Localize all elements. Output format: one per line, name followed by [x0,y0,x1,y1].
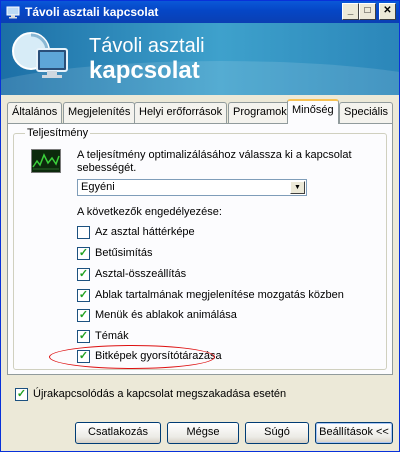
enable-features-label: A következők engedélyezése: [77,206,222,218]
tab-quality[interactable]: Minőség [287,99,339,124]
banner: Távoli asztali kapcsolat [1,23,399,95]
tab-advanced[interactable]: Speciális [339,102,394,123]
tab-general[interactable]: Általános [7,102,63,123]
minimize-button[interactable]: _ [342,3,359,20]
tab-display[interactable]: Megjelenítés [63,102,136,123]
annotation-ellipse [49,345,215,369]
title-bar[interactable]: Távoli asztali kapcsolat _ □ ✕ [1,1,399,23]
checkbox-checked[interactable]: ✓ [77,289,90,302]
rdp-window: Távoli asztali kapcsolat _ □ ✕ Távoli as… [0,0,400,452]
banner-title-line1: Távoli asztali [89,35,205,57]
checkbox-checked[interactable]: ✓ [77,247,90,260]
performance-description: A teljesítmény optimalizálásához válassz… [77,149,352,174]
close-button[interactable]: ✕ [379,3,396,20]
performance-group-label: Teljesítmény [25,127,91,139]
remote-desktop-logo-icon [12,32,68,78]
tab-programs[interactable]: Programok [228,102,292,123]
connection-speed-value: Egyéni [81,181,115,193]
performance-monitor-icon [31,149,61,173]
remote-desktop-icon [6,6,20,19]
cancel-button[interactable]: Mégse [167,422,239,444]
help-button[interactable]: Súgó [245,422,309,444]
connect-button[interactable]: Csatlakozás [75,422,161,444]
connection-speed-select[interactable]: Egyéni ▼ [77,179,307,196]
options-button[interactable]: Beállítások << [315,422,393,444]
window-title: Távoli asztali kapcsolat [25,5,159,19]
checkbox[interactable] [77,226,90,239]
maximize-button[interactable]: □ [359,3,376,20]
dropdown-arrow-icon[interactable]: ▼ [290,181,305,194]
checkbox-checked[interactable]: ✓ [15,388,28,401]
banner-title-line2: kapcsolat [89,57,200,84]
checkbox-checked[interactable]: ✓ [77,330,90,343]
checkbox-checked[interactable]: ✓ [77,268,90,281]
checkbox-checked[interactable]: ✓ [77,309,90,322]
tab-local-resources[interactable]: Helyi erőforrások [134,102,228,123]
